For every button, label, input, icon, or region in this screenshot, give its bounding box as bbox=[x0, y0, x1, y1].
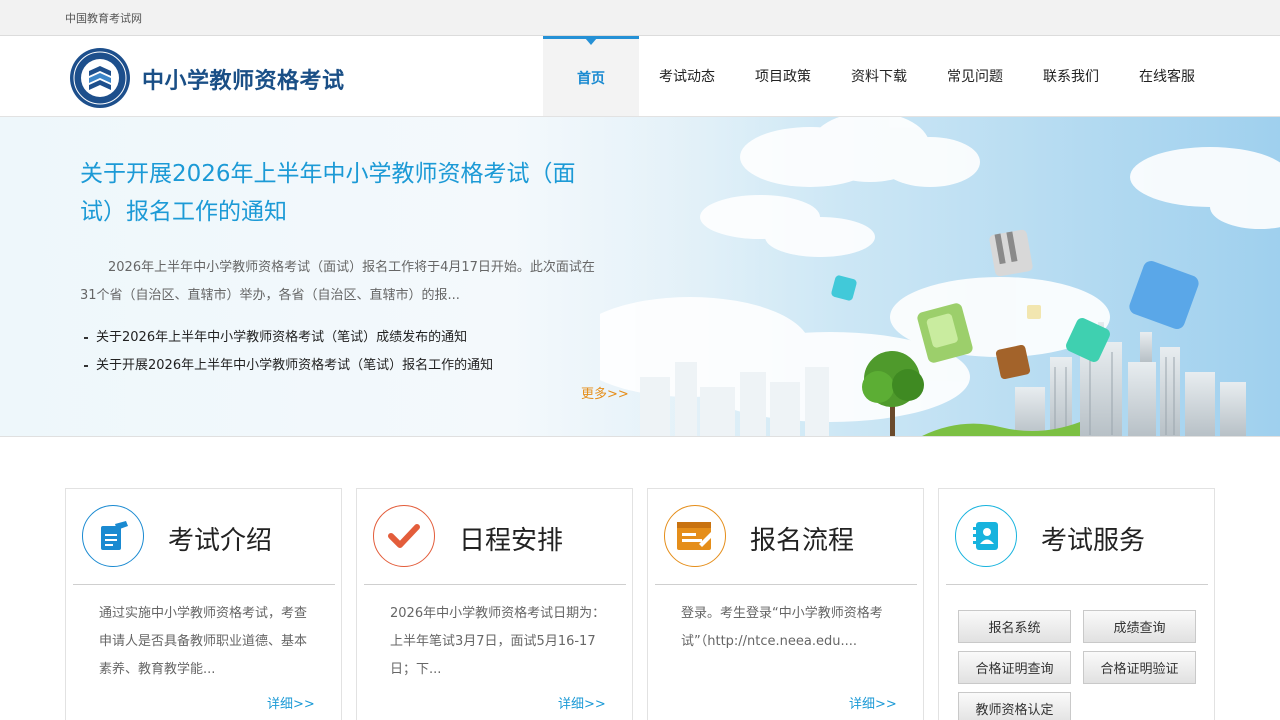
contact-book-icon bbox=[955, 505, 1017, 567]
form-flow-icon bbox=[664, 505, 726, 567]
main-nav: 首页 考试动态 项目政策 资料下载 常见问题 联系我们 在线客服 bbox=[543, 36, 1215, 116]
card-registration-flow: 报名流程 登录。考生登录“中小学教师资格考试”（http://ntce.neea… bbox=[647, 488, 924, 720]
card-title[interactable]: 考试服务 bbox=[1041, 520, 1145, 557]
nav-label: 项目政策 bbox=[755, 69, 811, 85]
logo-emblem-icon[interactable] bbox=[69, 47, 131, 109]
teacher-certification-button[interactable]: 教师资格认定 bbox=[958, 692, 1071, 720]
nav-label: 联系我们 bbox=[1043, 69, 1099, 85]
nav-faq[interactable]: 常见问题 bbox=[927, 36, 1023, 116]
certificate-verify-button[interactable]: 合格证明验证 bbox=[1083, 651, 1196, 684]
card-detail-link[interactable]: 详细>> bbox=[558, 693, 606, 712]
checkmark-icon bbox=[373, 505, 435, 567]
nav-label: 在线客服 bbox=[1139, 69, 1195, 85]
neea-site-link[interactable]: 中国教育考试网 bbox=[65, 10, 142, 26]
card-description: 2026年中小学教师资格考试日期为：上半年笔试3月7日，面试5月16-17日；下… bbox=[390, 606, 606, 677]
card-divider bbox=[655, 584, 917, 585]
nav-contact[interactable]: 联系我们 bbox=[1023, 36, 1119, 116]
hero-banner: 关于开展2026年上半年中小学教师资格考试（面试）报名工作的通知 2026年上半… bbox=[0, 117, 1280, 437]
nav-label: 资料下载 bbox=[851, 69, 907, 85]
card-description: 登录。考生登录“中小学教师资格考试”（http://ntce.neea.edu.… bbox=[681, 606, 883, 649]
top-bar: 中国教育考试网 bbox=[0, 0, 1280, 36]
site-header: 中小学教师资格考试 首页 考试动态 项目政策 资料下载 常见问题 联系我们 在线… bbox=[0, 36, 1280, 117]
banner-headline[interactable]: 关于开展2026年上半年中小学教师资格考试（面试）报名工作的通知 bbox=[80, 155, 610, 231]
active-caret-icon bbox=[585, 38, 597, 45]
banner-summary: 2026年上半年中小学教师资格考试（面试）报名工作将于4月17日开始。此次面试在… bbox=[80, 260, 595, 303]
nav-policy[interactable]: 项目政策 bbox=[735, 36, 831, 116]
news-link[interactable]: 关于2026年上半年中小学教师资格考试（笔试）成绩发布的通知 bbox=[84, 324, 493, 352]
nav-home[interactable]: 首页 bbox=[543, 36, 639, 116]
nav-label: 首页 bbox=[577, 70, 605, 87]
banner-news-list: 关于2026年上半年中小学教师资格考试（笔试）成绩发布的通知 关于开展2026年… bbox=[84, 324, 493, 380]
registration-system-button[interactable]: 报名系统 bbox=[958, 610, 1071, 643]
nav-online-service[interactable]: 在线客服 bbox=[1119, 36, 1215, 116]
nav-label: 考试动态 bbox=[659, 69, 715, 85]
card-divider bbox=[73, 584, 335, 585]
nav-downloads[interactable]: 资料下载 bbox=[831, 36, 927, 116]
card-exam-services: 考试服务 报名系统 成绩查询 合格证明查询 合格证明验证 教师资格认定 bbox=[938, 488, 1215, 720]
more-news-link[interactable]: 更多>> bbox=[581, 383, 629, 402]
card-divider bbox=[364, 584, 626, 585]
city-cubes-illustration bbox=[600, 117, 1280, 436]
card-description: 通过实施中小学教师资格考试，考查申请人是否具备教师职业道德、基本素养、教育教学能… bbox=[99, 606, 308, 677]
certificate-query-button[interactable]: 合格证明查询 bbox=[958, 651, 1071, 684]
card-detail-link[interactable]: 详细>> bbox=[849, 693, 897, 712]
card-title[interactable]: 日程安排 bbox=[459, 520, 563, 557]
card-divider bbox=[946, 584, 1208, 585]
edit-document-icon bbox=[82, 505, 144, 567]
nav-exam-news[interactable]: 考试动态 bbox=[639, 36, 735, 116]
card-schedule: 日程安排 2026年中小学教师资格考试日期为：上半年笔试3月7日，面试5月16-… bbox=[356, 488, 633, 720]
card-detail-link[interactable]: 详细>> bbox=[267, 693, 315, 712]
site-title[interactable]: 中小学教师资格考试 bbox=[142, 63, 345, 95]
card-exam-intro: 考试介绍 通过实施中小学教师资格考试，考查申请人是否具备教师职业道德、基本素养、… bbox=[65, 488, 342, 720]
nav-label: 常见问题 bbox=[947, 69, 1003, 85]
news-link[interactable]: 关于开展2026年上半年中小学教师资格考试（笔试）报名工作的通知 bbox=[84, 352, 493, 380]
score-query-button[interactable]: 成绩查询 bbox=[1083, 610, 1196, 643]
card-title[interactable]: 考试介绍 bbox=[168, 520, 272, 557]
card-title[interactable]: 报名流程 bbox=[750, 520, 854, 557]
